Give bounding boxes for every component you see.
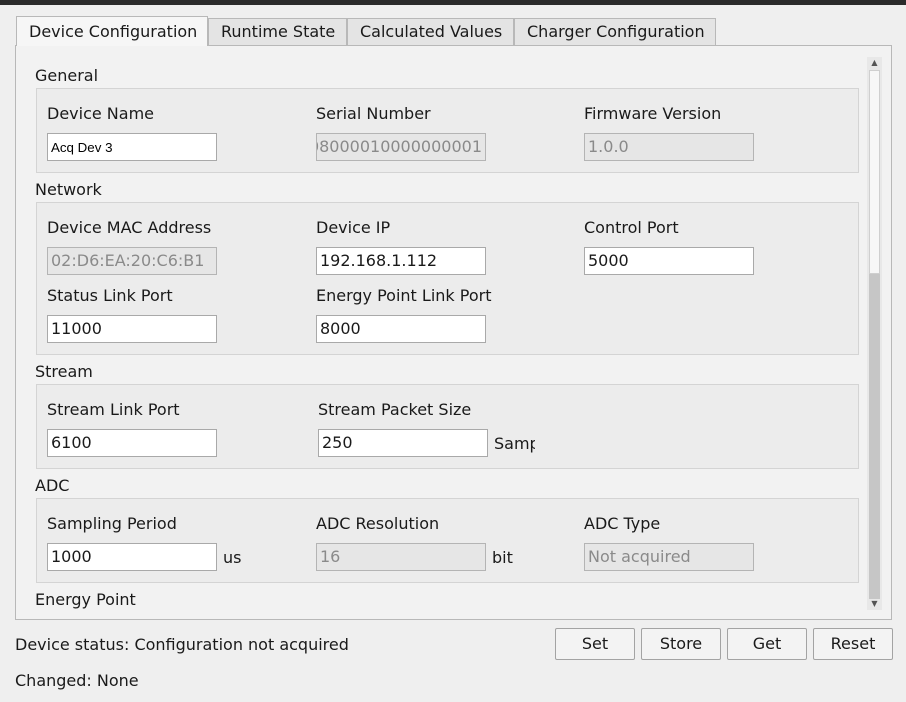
device-name-input[interactable] — [47, 133, 217, 161]
mac-address-field: 02:D6:EA:20:C6:B1 — [47, 247, 217, 275]
sampling-period-label: Sampling Period — [47, 514, 177, 533]
serial-number-label: Serial Number — [316, 104, 431, 123]
energy-point-link-port-label: Energy Point Link Port — [316, 286, 492, 305]
energy-point-link-port-input[interactable]: 8000 — [316, 315, 486, 343]
device-name-label: Device Name — [47, 104, 155, 123]
tab-runtime-state[interactable]: Runtime State — [208, 18, 347, 45]
stream-packet-size-unit: Samp — [494, 434, 535, 453]
stream-section-title: Stream — [35, 362, 93, 381]
firmware-version-label: Firmware Version — [584, 104, 722, 123]
set-button[interactable]: Set — [555, 628, 635, 660]
control-port-label: Control Port — [584, 218, 679, 237]
energy-point-section-title: Energy Point — [35, 590, 136, 609]
serial-number-field: 08000010000000001 — [316, 133, 486, 161]
sampling-period-unit: us — [223, 548, 242, 567]
adc-resolution-unit: bit — [492, 548, 513, 567]
tab-device-configuration[interactable]: Device Configuration — [16, 16, 208, 46]
firmware-version-field: 1.0.0 — [584, 133, 754, 161]
window-top-edge — [0, 0, 906, 5]
adc-section-title: ADC — [35, 476, 70, 495]
scrollbar-track[interactable] — [869, 274, 880, 599]
sampling-period-input[interactable]: 1000 — [47, 543, 217, 571]
network-section-title: Network — [35, 180, 102, 199]
stream-link-port-label: Stream Link Port — [47, 400, 180, 419]
scroll-down-icon[interactable]: ▼ — [867, 598, 882, 610]
store-button[interactable]: Store — [641, 628, 721, 660]
vertical-scrollbar[interactable]: ▲ ▼ — [867, 57, 882, 610]
get-button[interactable]: Get — [727, 628, 807, 660]
general-section-title: General — [35, 66, 99, 85]
adc-type-field: Not acquired — [584, 543, 754, 571]
status-link-port-input[interactable]: 11000 — [47, 315, 217, 343]
changed-status-text: Changed: None — [15, 671, 139, 690]
stream-link-port-input[interactable]: 6100 — [47, 429, 217, 457]
control-port-input[interactable]: 5000 — [584, 247, 754, 275]
config-scroll-area[interactable]: General Device Name Serial Number 080000… — [27, 57, 867, 610]
status-link-port-label: Status Link Port — [47, 286, 173, 305]
reset-button[interactable]: Reset — [813, 628, 893, 660]
scrollbar-thumb[interactable] — [869, 70, 880, 274]
tab-calculated-values[interactable]: Calculated Values — [347, 18, 514, 45]
device-ip-input[interactable]: 192.168.1.112 — [316, 247, 486, 275]
adc-type-label: ADC Type — [584, 514, 661, 533]
scroll-up-icon[interactable]: ▲ — [867, 57, 882, 69]
tab-charger-configuration[interactable]: Charger Configuration — [514, 18, 716, 45]
stream-packet-size-label: Stream Packet Size — [318, 400, 472, 419]
stream-packet-size-input[interactable]: 250 — [318, 429, 488, 457]
mac-address-label: Device MAC Address — [47, 218, 212, 237]
device-status-text: Device status: Configuration not acquire… — [15, 635, 349, 654]
device-ip-label: Device IP — [316, 218, 391, 237]
adc-resolution-field: 16 — [316, 543, 486, 571]
adc-resolution-label: ADC Resolution — [316, 514, 440, 533]
